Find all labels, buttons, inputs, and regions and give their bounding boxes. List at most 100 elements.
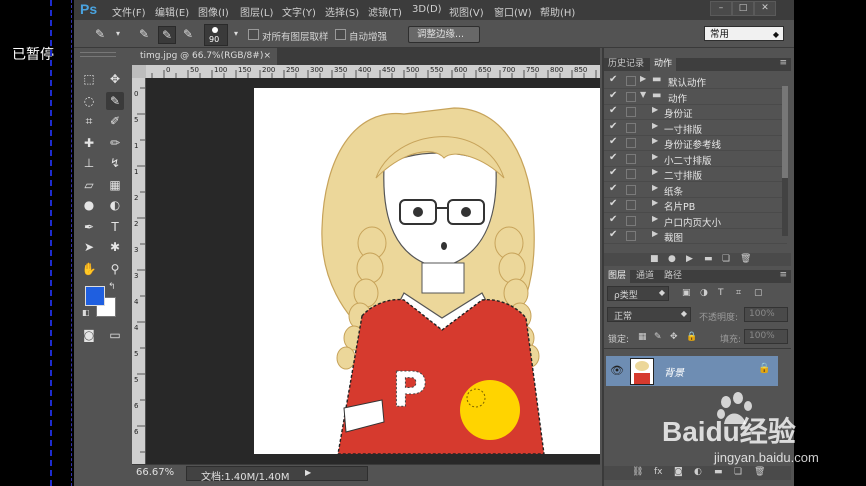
action-row[interactable]: ✔ ▶ 身份证 xyxy=(604,104,787,120)
layers-panel-menu-icon[interactable]: ≡ xyxy=(779,270,787,280)
dialog-toggle-box[interactable] xyxy=(626,169,636,179)
dialog-toggle-box[interactable] xyxy=(626,153,636,164)
close-tab-icon[interactable]: × xyxy=(263,48,271,65)
foreground-color-swatch[interactable] xyxy=(85,286,105,306)
brush-picker[interactable]: 90 xyxy=(204,24,228,46)
chevron-right-icon[interactable]: ▶ xyxy=(652,105,658,114)
menu-layer[interactable]: 图层(L) xyxy=(240,4,273,19)
type-tool-icon[interactable]: T xyxy=(106,218,124,236)
lock-position-icon[interactable]: ✥ xyxy=(670,332,678,342)
check-icon[interactable]: ✔ xyxy=(609,74,617,85)
opacity-field[interactable]: 100% xyxy=(744,307,788,322)
chevron-right-icon[interactable]: ▶ xyxy=(652,136,658,145)
action-row[interactable]: ✔ ▶ 二寸排版 xyxy=(604,166,787,182)
custom-shape-tool-icon[interactable]: ✱ xyxy=(106,238,124,256)
action-row[interactable]: ✔ ▶ 名片PB xyxy=(604,197,787,213)
actions-scrollbar[interactable] xyxy=(782,86,788,236)
dialog-toggle-box[interactable] xyxy=(626,138,636,148)
visibility-eye-icon[interactable]: 👁 xyxy=(610,364,624,377)
document-image[interactable]: P xyxy=(254,88,600,454)
sample-all-layers-checkbox[interactable] xyxy=(248,29,259,40)
quick-selection-preset-icon[interactable]: ✎ xyxy=(92,26,108,42)
chevron-right-icon[interactable]: ▶ xyxy=(652,152,658,161)
status-menu-arrow-icon[interactable]: ▶ xyxy=(305,468,311,477)
menu-filter[interactable]: 滤镜(T) xyxy=(368,4,402,19)
check-icon[interactable]: ✔ xyxy=(609,198,617,209)
new-selection-brush-icon[interactable]: ✎ xyxy=(136,26,152,42)
preset-dropdown-icon[interactable]: ▾ xyxy=(110,26,126,42)
chevron-right-icon[interactable]: ▶ xyxy=(652,167,658,176)
horizontal-ruler[interactable]: 0 50 100 150 200 250 300 350 400 450 500 550 600 650 7… xyxy=(146,65,600,78)
chevron-down-icon[interactable]: ▼ xyxy=(640,90,646,99)
fill-field[interactable]: 100% xyxy=(744,329,788,344)
canvas-area[interactable]: P xyxy=(146,78,600,464)
minimize-button[interactable]: – xyxy=(710,1,732,16)
new-action-icon[interactable]: ❏ xyxy=(722,254,730,264)
actions-scrollbar-thumb[interactable] xyxy=(782,86,788,178)
record-icon[interactable]: ● xyxy=(668,254,676,264)
play-icon[interactable]: ▶ xyxy=(686,254,693,264)
document-tab[interactable]: timg.jpg @ 66.7%(RGB/8#) × xyxy=(132,48,277,65)
tab-history[interactable]: 历史记录 xyxy=(604,58,648,71)
quick-mask-icon[interactable]: ◙ xyxy=(80,326,98,344)
check-icon[interactable]: ✔ xyxy=(609,183,617,194)
action-row[interactable]: ✔ ▼ ▬ 动作 xyxy=(604,89,787,105)
action-row[interactable]: ✔ ▶ 纸条 xyxy=(604,182,787,198)
layer-row-background[interactable]: 👁 背景 🔒 xyxy=(606,356,778,386)
stop-icon[interactable]: ■ xyxy=(650,254,659,264)
link-layers-icon[interactable]: ⛓ xyxy=(632,467,643,477)
refine-edge-button[interactable]: 调整边缘... xyxy=(408,26,480,43)
move-tool-icon[interactable]: ✥ xyxy=(106,70,124,88)
delete-action-icon[interactable]: 🗑 xyxy=(740,254,751,264)
tab-actions[interactable]: 动作 xyxy=(650,58,677,71)
dialog-toggle-box[interactable] xyxy=(626,91,636,102)
menu-select[interactable]: 选择(S) xyxy=(325,4,359,19)
dialog-toggle-box[interactable] xyxy=(626,200,636,210)
filter-shape-icon[interactable]: ⌗ xyxy=(736,288,741,298)
chevron-right-icon[interactable]: ▶ xyxy=(652,214,658,223)
menu-type[interactable]: 文字(Y) xyxy=(282,4,316,19)
swap-colors-icon[interactable]: ↰ xyxy=(108,282,116,292)
check-icon[interactable]: ✔ xyxy=(609,152,617,163)
action-row[interactable]: ✔ ▶ 一寸排版 xyxy=(604,120,787,136)
pen-tool-icon[interactable]: ✒ xyxy=(80,218,98,236)
brush-dropdown-icon[interactable]: ▾ xyxy=(228,26,244,42)
close-window-button[interactable]: ✕ xyxy=(754,1,776,16)
dialog-toggle-box[interactable] xyxy=(626,215,636,226)
filter-adjustment-icon[interactable]: ◑ xyxy=(700,288,708,298)
path-selection-tool-icon[interactable]: ➤ xyxy=(80,238,98,256)
filter-pixel-icon[interactable]: ▣ xyxy=(682,288,691,298)
add-to-selection-brush-icon[interactable]: ✎ xyxy=(158,26,176,44)
dialog-toggle-box[interactable] xyxy=(626,231,636,241)
action-row[interactable]: ✔ ▶ 身份证参考线 xyxy=(604,135,787,151)
check-icon[interactable]: ✔ xyxy=(609,229,617,240)
filter-type-icon[interactable]: T xyxy=(718,288,724,298)
zoom-tool-icon[interactable]: ⚲ xyxy=(106,260,124,278)
blend-mode-select[interactable]: 正常 ◆ xyxy=(607,307,691,322)
menu-window[interactable]: 窗口(W) xyxy=(494,4,532,19)
dialog-toggle-box[interactable] xyxy=(626,107,636,117)
menu-help[interactable]: 帮助(H) xyxy=(540,4,575,19)
tab-channels[interactable]: 通道 xyxy=(632,270,658,283)
hand-tool-icon[interactable]: ✋ xyxy=(80,260,98,278)
lock-transparent-icon[interactable]: ▦ xyxy=(638,332,647,342)
check-icon[interactable]: ✔ xyxy=(609,167,617,178)
check-icon[interactable]: ✔ xyxy=(609,90,617,101)
check-icon[interactable]: ✔ xyxy=(609,136,617,147)
menu-edit[interactable]: 编辑(E) xyxy=(155,4,189,19)
filter-smart-object-icon[interactable]: ▢ xyxy=(754,288,763,298)
action-row[interactable]: ✔ ▶ ▬ 默认动作 xyxy=(604,73,787,89)
screen-mode-icon[interactable]: ▭ xyxy=(106,326,124,344)
layer-kind-filter[interactable]: ρ类型 ◆ xyxy=(607,286,669,301)
crop-tool-icon[interactable]: ⌗ xyxy=(80,112,98,130)
brush-tool-icon[interactable]: ✏ xyxy=(106,134,124,152)
subtract-selection-brush-icon[interactable]: ✎ xyxy=(180,26,196,42)
dialog-toggle-box[interactable] xyxy=(626,184,636,195)
menu-view[interactable]: 视图(V) xyxy=(449,4,484,19)
action-row[interactable]: ✔ ▶ 裁图 xyxy=(604,228,787,244)
chevron-right-icon[interactable]: ▶ xyxy=(640,74,646,83)
dialog-toggle-box[interactable] xyxy=(626,76,636,86)
healing-brush-tool-icon[interactable]: ✚ xyxy=(80,134,98,152)
check-icon[interactable]: ✔ xyxy=(609,121,617,132)
dialog-toggle-box[interactable] xyxy=(626,122,636,133)
